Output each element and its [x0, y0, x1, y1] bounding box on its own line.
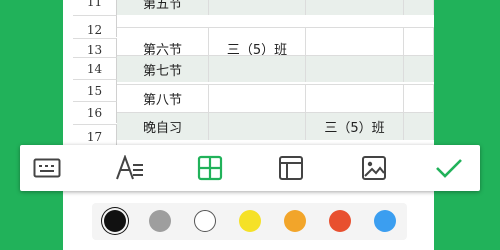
table-cell[interactable] [209, 84, 306, 112]
table-cell[interactable] [209, 112, 306, 140]
color-swatch[interactable] [239, 210, 261, 232]
keyboard-icon [33, 158, 61, 178]
table-cell[interactable] [404, 112, 434, 140]
color-swatch[interactable] [284, 210, 306, 232]
color-swatch[interactable] [329, 210, 351, 232]
format-toolbar [20, 145, 480, 191]
row-number[interactable]: 14 [73, 57, 117, 79]
cell-border-button[interactable] [192, 151, 228, 185]
keyboard-button[interactable] [29, 151, 65, 185]
table-row: 16 第八节 [63, 84, 434, 123]
table-cell[interactable] [306, 0, 404, 15]
color-swatch[interactable] [104, 210, 126, 232]
table-cell[interactable]: 第五节 [117, 0, 209, 15]
table-cell[interactable] [306, 84, 404, 112]
table-cell[interactable]: 第八节 [117, 84, 209, 112]
color-palette [92, 203, 407, 240]
table-cell[interactable] [404, 0, 434, 15]
color-swatch[interactable] [194, 210, 216, 232]
table-cell[interactable]: 第七节 [117, 55, 209, 82]
table-layout-icon [279, 156, 303, 180]
table-cell[interactable] [404, 55, 434, 82]
text-format-icon [116, 155, 143, 180]
table-row: 17 晚自习 三（5）班 [63, 112, 434, 148]
table-cell[interactable] [404, 84, 434, 112]
image-icon [362, 156, 386, 180]
text-format-button[interactable] [112, 151, 148, 185]
color-swatch[interactable] [374, 210, 396, 232]
insert-image-button[interactable] [356, 151, 392, 185]
cell-border-icon [197, 155, 223, 181]
table-layout-button[interactable] [273, 151, 309, 185]
confirm-button[interactable] [431, 151, 467, 185]
color-swatch[interactable] [149, 210, 171, 232]
table-cell[interactable]: 三（5）班 [306, 112, 404, 140]
row-number[interactable]: 11 [73, 0, 117, 15]
table-cell[interactable] [209, 55, 306, 82]
table-cell[interactable]: 晚自习 [117, 112, 209, 140]
table-row: 11 第五节 [63, 0, 434, 15]
confirm-check-icon [436, 159, 462, 178]
table-cell[interactable] [306, 55, 404, 82]
table-cell[interactable] [209, 0, 306, 15]
